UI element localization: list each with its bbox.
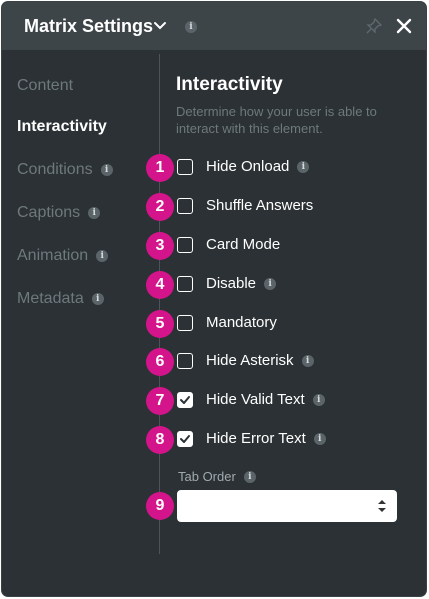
info-icon: i (88, 207, 101, 219)
info-icon: i (297, 160, 310, 173)
option-label-text: Hide Onload (206, 158, 290, 175)
section-title: Interactivity (176, 74, 283, 95)
option-hide-asterisk: 6 Hide Asterisk i (146, 348, 420, 376)
checkbox[interactable] (177, 159, 193, 175)
spinner-arrows-icon[interactable] (377, 498, 387, 514)
option-label-text: Hide Valid Text (206, 391, 305, 408)
sidebar-item-label: Content (17, 77, 74, 94)
option-label-text: Hide Asterisk (206, 352, 294, 369)
step-badge: 3 (146, 232, 174, 260)
section-description: Determine how your user is able to inter… (176, 104, 377, 136)
step-badge: 9 (146, 492, 174, 520)
checkbox[interactable] (177, 237, 193, 253)
sidebar-item-animation[interactable]: Animation i (17, 247, 109, 265)
info-icon: i (243, 470, 256, 483)
checkbox[interactable] (177, 353, 193, 369)
option-hide-valid-text: 7 Hide Valid Text i (146, 387, 420, 415)
tab-order-label: Tab Order i (178, 469, 256, 484)
option-label[interactable]: Mandatory (206, 314, 277, 331)
info-icon: i (185, 21, 197, 33)
option-label[interactable]: Hide Valid Text i (206, 391, 325, 408)
checkbox[interactable] (177, 276, 193, 292)
sidebar-item-metadata[interactable]: Metadata i (17, 290, 104, 308)
info-icon: i (96, 250, 109, 262)
step-badge: 5 (146, 310, 174, 338)
option-hide-error-text: 8 Hide Error Text i (146, 426, 420, 454)
option-label[interactable]: Hide Error Text i (206, 430, 326, 447)
panel-title: Matrix Settings (24, 16, 154, 36)
checkbox[interactable] (177, 431, 193, 447)
option-card-mode: 3 Card Mode (146, 232, 420, 260)
info-icon: i (301, 354, 314, 367)
info-icon: i (312, 393, 325, 406)
step-badge: 1 (146, 154, 174, 182)
matrix-settings-panel: Matrix Settings i Content Interactivity Co… (2, 2, 426, 596)
sidebar-item-label: Conditions (17, 161, 93, 178)
checkbox[interactable] (177, 315, 193, 331)
panel-header: Matrix Settings i (2, 2, 426, 50)
sidebar-item-label: Captions (17, 204, 81, 221)
step-badge: 2 (146, 193, 174, 221)
step-badge: 4 (146, 271, 174, 299)
check-icon (180, 435, 190, 443)
info-icon: i (91, 293, 104, 305)
step-badge: 8 (146, 426, 174, 454)
sidebar-item-conditions[interactable]: Conditions i (17, 161, 113, 179)
check-icon (180, 396, 190, 404)
option-label[interactable]: Card Mode (206, 236, 280, 253)
tab-order-label-text: Tab Order (178, 469, 236, 484)
info-icon: i (264, 277, 277, 290)
option-label[interactable]: Disable i (206, 275, 277, 292)
step-badge: 6 (146, 348, 174, 376)
option-label-text: Shuffle Answers (206, 197, 314, 214)
option-label-text: Hide Error Text (206, 430, 306, 447)
sidebar-item-label: Metadata (17, 290, 84, 307)
settings-sidebar: Content Interactivity Conditions i Captions i… (2, 50, 159, 596)
checkbox[interactable] (177, 198, 193, 214)
pin-icon[interactable] (366, 18, 382, 34)
tab-order-input[interactable] (177, 490, 397, 522)
sidebar-item-content[interactable]: Content (17, 77, 73, 95)
option-label-text: Card Mode (206, 236, 281, 253)
interactivity-section: Interactivity Determine how your user is… (146, 50, 426, 596)
option-label-text: Mandatory (206, 314, 277, 331)
option-label[interactable]: Shuffle Answers (206, 197, 313, 214)
option-mandatory: 5 Mandatory (146, 310, 420, 338)
option-disable: 4 Disable i (146, 271, 420, 299)
sidebar-item-interactivity[interactable]: Interactivity (17, 118, 107, 136)
info-icon: i (100, 164, 113, 176)
option-label-text: Disable (206, 275, 257, 292)
sidebar-item-label: Interactivity (17, 118, 107, 135)
option-shuffle-answers: 2 Shuffle Answers (146, 193, 420, 221)
sidebar-item-captions[interactable]: Captions i (17, 204, 101, 222)
option-label[interactable]: Hide Asterisk i (206, 352, 314, 369)
sidebar-item-label: Animation (17, 247, 89, 264)
chevron-down-icon[interactable] (153, 19, 167, 33)
info-icon: i (313, 432, 326, 445)
option-label[interactable]: Hide Onload i (206, 158, 310, 175)
step-badge: 7 (146, 387, 174, 415)
checkbox[interactable] (177, 392, 193, 408)
option-hide-onload: 1 Hide Onload i (146, 154, 420, 182)
close-icon[interactable] (394, 16, 414, 36)
